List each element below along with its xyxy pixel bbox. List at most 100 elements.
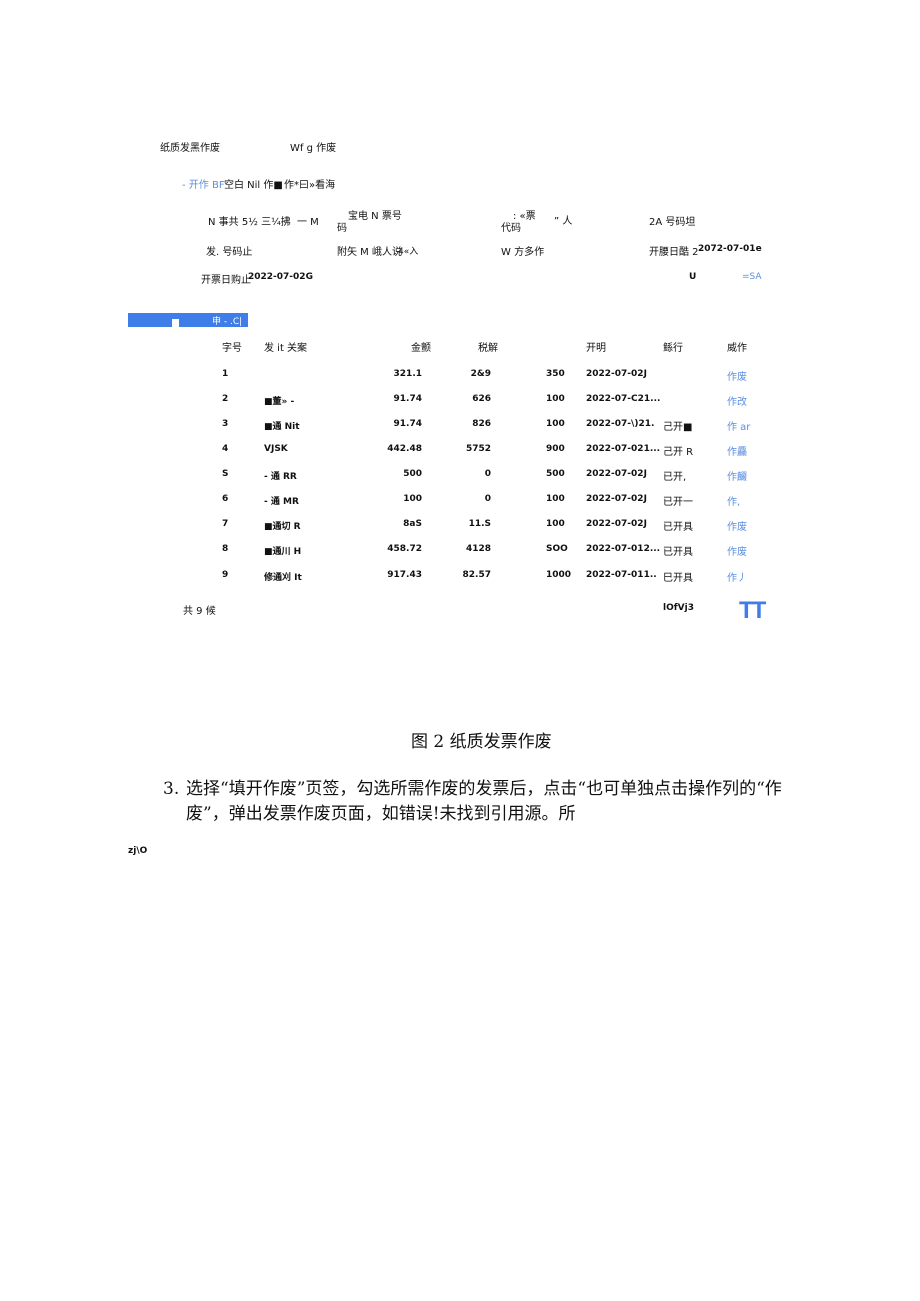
void-action-link[interactable]: 作废 [727, 543, 747, 558]
col-header-tax: 税解 [478, 343, 498, 354]
cell-tax: 0 [484, 469, 491, 479]
cell-date: 2022-07-02J [586, 469, 647, 479]
figure-caption: 图 2 纸质发票作废 [411, 732, 552, 752]
cell-total: SOO [546, 544, 568, 554]
cell-total: 1000 [546, 570, 572, 580]
cell-total: 100 [546, 494, 565, 504]
action-toolbar[interactable]: 申 - .C| [128, 313, 248, 327]
col-header-date: 开明 [586, 343, 606, 354]
cell-name: - 通 RR [264, 472, 297, 482]
cell-total: 350 [546, 369, 565, 379]
cell-name: ■通切 R [264, 522, 301, 532]
cell-no: 8 [222, 544, 229, 554]
filter-label-4: 2A 号码坦 [649, 217, 696, 228]
cell-name: ■董» - [264, 397, 295, 407]
cell-name: ■通 Nit [264, 422, 300, 432]
cell-amount: 100 [403, 494, 422, 504]
cell-tax: 82.57 [462, 570, 491, 580]
page-button-icon[interactable]: TT [739, 597, 766, 625]
cell-total: 500 [546, 469, 565, 479]
filter-label-start-date: 开腰日酷 2 [649, 247, 699, 258]
cell-status: 已开, [663, 472, 687, 483]
cell-name: VJSK [264, 444, 288, 454]
cell-status: 已开一 [663, 497, 693, 508]
cell-tax: 626 [472, 394, 491, 404]
void-action-link[interactable]: 作麤 [727, 443, 747, 458]
cell-tax: 11.S [468, 519, 491, 529]
step-text-line1: 选择“填开作废”页签，勾选所需作废的发票后，点击“也可单独点击操作列的“作 [186, 779, 782, 799]
cell-no: 7 [222, 519, 229, 529]
filter-input-end-date[interactable]: 2022-07-02G [248, 272, 313, 282]
filter-label-party: W 方多作 [501, 247, 545, 258]
cell-amount: 917.43 [387, 570, 422, 580]
cell-name: - 通 MR [264, 497, 299, 507]
cell-date: 2022-07-02J [586, 494, 647, 504]
cell-date: 2022-07-02J [586, 369, 647, 379]
col-header-status: 鲧行 [663, 343, 683, 354]
void-action-link[interactable]: 作丿 [727, 569, 747, 584]
col-header-no: 字号 [222, 343, 242, 354]
step-number: 3. [163, 779, 180, 799]
cell-amount: 500 [403, 469, 422, 479]
cell-no: 9 [222, 570, 229, 580]
checkbox-icon [172, 319, 179, 327]
cell-date: 2022-07-\)21. [586, 419, 655, 429]
cell-amount: 458.72 [387, 544, 422, 554]
cell-no: 4 [222, 444, 229, 454]
tab-issued-void[interactable]: - 开作 BF [182, 176, 225, 191]
cell-total: 100 [546, 394, 565, 404]
cell-status: 己开 R [663, 447, 694, 458]
void-action-link[interactable]: 作麣 [727, 468, 747, 483]
toolbar-label: 申 - .C| [212, 317, 243, 327]
query-button[interactable]: U [689, 272, 696, 282]
void-link[interactable]: Wf g 作废 [290, 139, 336, 154]
cell-no: 6 [222, 494, 229, 504]
page-tag: zj\O [128, 846, 148, 856]
page-title: 纸质发黑作废 [160, 143, 220, 154]
step-text-line2: 废”，弹出发票作废页面，如错误!未找到引用源。所 [186, 804, 576, 824]
tab-void-view[interactable]: 作*曰»看海 [284, 176, 335, 191]
filter-input-buyer[interactable]: 4«入 [398, 244, 418, 257]
cell-status: 己开■ [663, 422, 693, 433]
cell-date: 2022-07-012... [586, 544, 661, 554]
filter-input-start-date[interactable]: 2072-07-01e [698, 244, 762, 254]
cell-status: 已开具 [663, 547, 693, 558]
cell-total: 100 [546, 419, 565, 429]
filter-label-3b: 代码 [501, 223, 521, 234]
cell-total: 100 [546, 519, 565, 529]
filter-label-3c: ” 人 [554, 216, 573, 227]
void-action-link[interactable]: 作废 [727, 368, 747, 383]
cell-tax: 2&9 [470, 369, 491, 379]
void-action-link[interactable]: 作改 [727, 393, 747, 408]
reset-button[interactable]: =SA [742, 272, 762, 282]
filter-label-buyer: 附矢 M 峨人说 [337, 247, 402, 258]
pagination[interactable]: lOfVj3 [663, 603, 694, 613]
cell-tax: 0 [484, 494, 491, 504]
cell-tax: 4128 [465, 544, 491, 554]
cell-no: 2 [222, 394, 229, 404]
cell-date: 2022-07-C21... [586, 394, 661, 404]
record-count: 共 9 候 [183, 606, 216, 617]
cell-tax: 826 [472, 419, 491, 429]
void-action-link[interactable]: 作 ar [727, 418, 750, 433]
filter-select-1[interactable]: 一 M [297, 213, 319, 228]
cell-no: S [222, 469, 229, 479]
cell-status: 已开具 [663, 522, 693, 533]
void-action-link[interactable]: 作, [727, 493, 740, 508]
col-header-name: 发 it 关案 [264, 343, 308, 354]
cell-tax: 5752 [465, 444, 491, 454]
cell-amount: 8aS [403, 519, 422, 529]
cell-date: 2022-07-011.. [586, 570, 657, 580]
filter-label-invoice-end: 发. 号码止 [206, 247, 253, 258]
cell-amount: 91.74 [393, 394, 422, 404]
filter-label-end-date: 开票日购止 [201, 275, 251, 286]
cell-amount: 321.1 [393, 369, 422, 379]
cell-amount: 442.48 [387, 444, 422, 454]
tab-blank-void[interactable]: 空白 Nil 作■ [224, 176, 283, 191]
void-action-link[interactable]: 作废 [727, 518, 747, 533]
cell-status: 巳开具 [663, 573, 693, 584]
cell-no: 1 [222, 369, 229, 379]
cell-amount: 91.74 [393, 419, 422, 429]
cell-date: 2022-07-02J [586, 519, 647, 529]
cell-name: 修通刈 It [264, 573, 302, 583]
